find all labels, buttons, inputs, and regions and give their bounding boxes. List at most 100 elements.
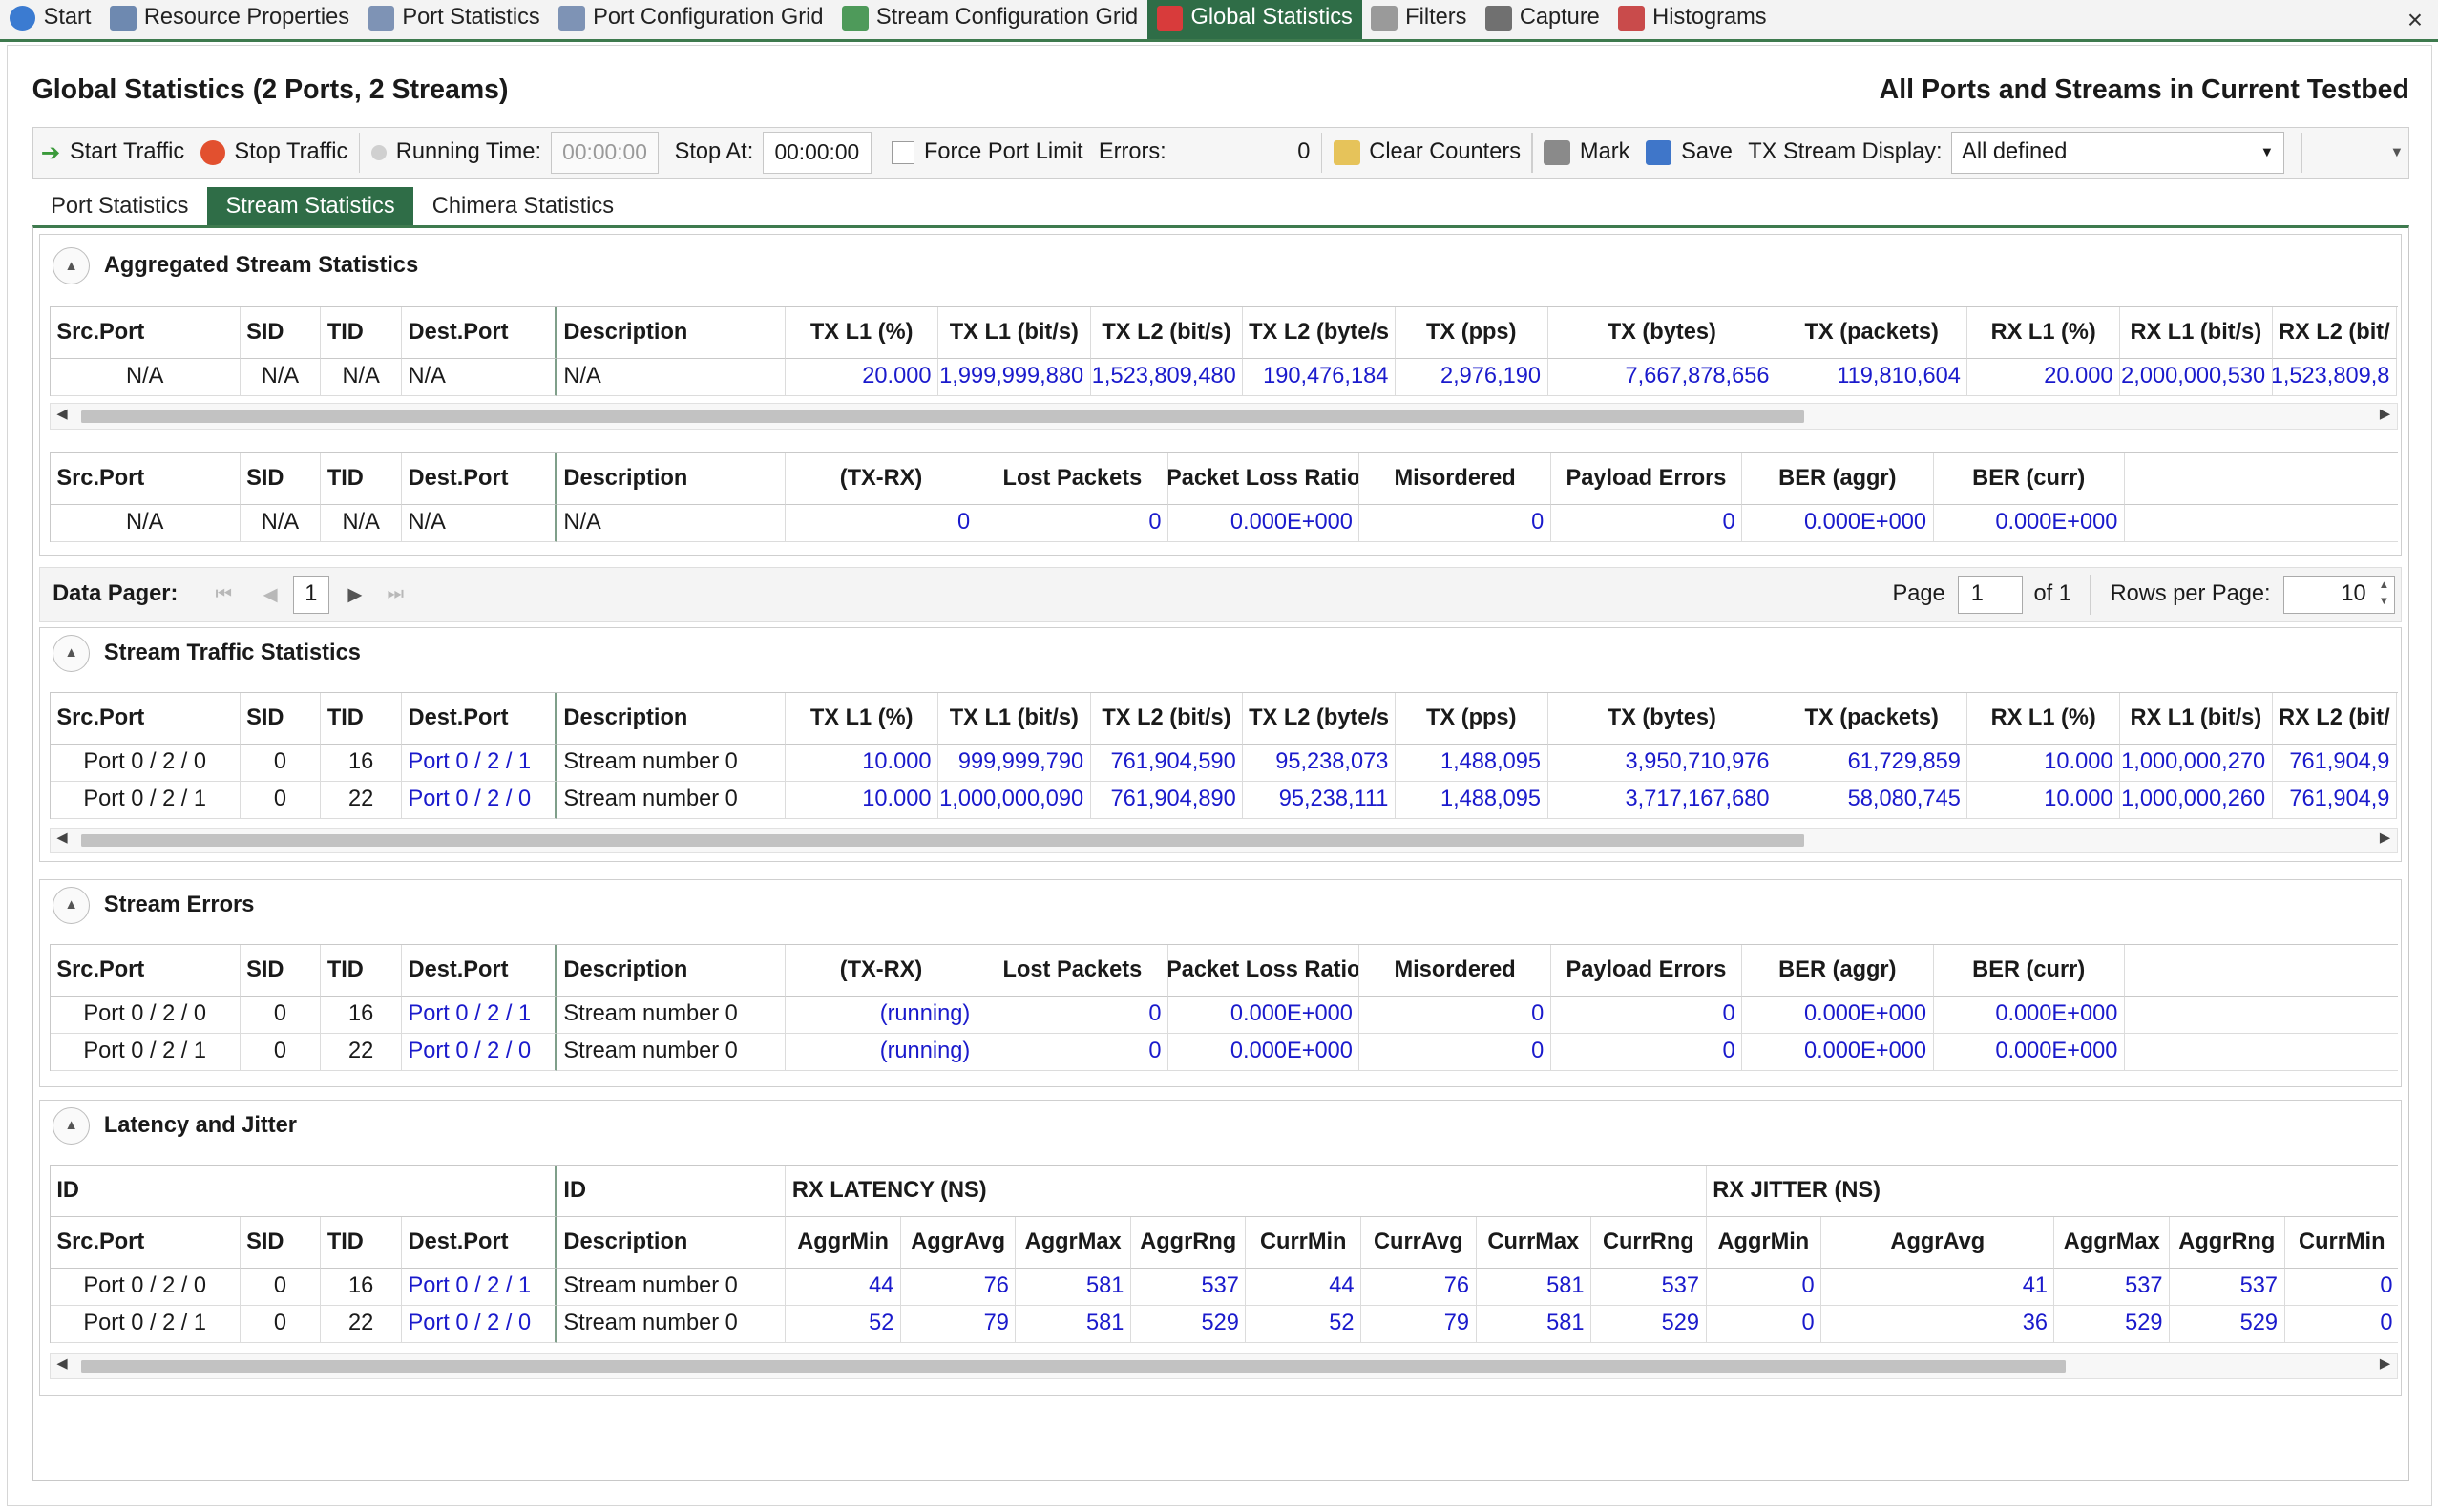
close-icon[interactable]: ×: [2407, 5, 2423, 35]
column-header[interactable]: Dest.Port: [402, 307, 557, 359]
column-header[interactable]: AggrRng: [1130, 1216, 1247, 1269]
column-header[interactable]: BER (curr): [1933, 453, 2125, 505]
page-button[interactable]: 1: [292, 575, 329, 615]
table-row[interactable]: N/A N/A N/A N/A N/A 0 0 0.000E+000 0 0 0.000E+000 0…: [50, 504, 2398, 542]
column-header[interactable]: TX L2 (bit/s): [1090, 692, 1244, 745]
column-header[interactable]: BER (curr): [1933, 944, 2125, 997]
stop-traffic-button[interactable]: Stop Traffic: [192, 129, 355, 177]
column-header[interactable]: RX L1 (%): [1967, 307, 2120, 359]
column-header[interactable]: Description: [557, 1216, 787, 1269]
tab-resource-properties[interactable]: Resource Properties: [100, 0, 359, 39]
column-header[interactable]: AggrMax: [2054, 1216, 2170, 1269]
column-header[interactable]: Src.Port: [50, 307, 241, 359]
checkbox[interactable]: [891, 140, 915, 165]
clear-counters-button[interactable]: Clear Counters: [1326, 129, 1529, 177]
table-row[interactable]: Port 0 / 2 / 0 0 16 Port 0 / 2 / 1 Stream nu…: [50, 744, 2398, 782]
column-header[interactable]: (TX-RX): [786, 453, 977, 505]
column-header[interactable]: AggrMax: [1016, 1216, 1131, 1269]
horizontal-scrollbar[interactable]: ◀ ▶: [49, 403, 2398, 430]
subtab-chimera-statistics[interactable]: Chimera Statistics: [413, 187, 632, 224]
start-traffic-button[interactable]: ➔ Start Traffic: [33, 129, 193, 177]
column-header[interactable]: SID: [240, 692, 322, 745]
scroll-thumb[interactable]: [81, 410, 1805, 423]
column-header[interactable]: [2124, 453, 2398, 505]
tab-stream-configuration-grid[interactable]: Stream Configuration Grid: [832, 0, 1147, 39]
column-header[interactable]: RX L1 (bit/s): [2120, 692, 2273, 745]
scroll-left-icon[interactable]: ◀: [56, 406, 67, 422]
horizontal-scrollbar[interactable]: ◀ ▶: [49, 1353, 2398, 1379]
column-header[interactable]: CurrMin: [1246, 1216, 1361, 1269]
prev-page-icon[interactable]: ◀: [263, 583, 278, 606]
collapse-icon[interactable]: ▲: [53, 247, 91, 285]
scroll-right-icon[interactable]: ▶: [2380, 406, 2390, 422]
column-header[interactable]: CurrMax: [1476, 1216, 1592, 1269]
column-header[interactable]: Src.Port: [50, 692, 241, 745]
column-header[interactable]: TID: [321, 453, 402, 505]
save-button[interactable]: Save: [1638, 129, 1741, 177]
column-header[interactable]: AggrMin: [786, 1216, 901, 1269]
horizontal-scrollbar[interactable]: ◀ ▶: [49, 827, 2398, 854]
column-header[interactable]: Dest.Port: [402, 692, 557, 745]
column-header[interactable]: SID: [240, 453, 322, 505]
column-header[interactable]: SID: [240, 307, 322, 359]
column-header[interactable]: CurrRng: [1591, 1216, 1707, 1269]
overflow-chevron-icon[interactable]: ▼: [2390, 145, 2405, 160]
scroll-right-icon[interactable]: ▶: [2380, 830, 2390, 846]
column-header[interactable]: Misordered: [1359, 453, 1551, 505]
column-header[interactable]: Dest.Port: [402, 1216, 557, 1269]
column-header[interactable]: TX L2 (byte/s: [1243, 692, 1396, 745]
tab-filters[interactable]: Filters: [1362, 0, 1477, 39]
tx-stream-display-dropdown[interactable]: All defined ▼: [1951, 131, 2284, 174]
column-header[interactable]: TX L2 (bit/s): [1090, 307, 1244, 359]
column-header[interactable]: Dest.Port: [402, 453, 557, 505]
column-header[interactable]: TX (pps): [1395, 692, 1548, 745]
scroll-thumb[interactable]: [81, 834, 1805, 848]
scroll-left-icon[interactable]: ◀: [56, 1355, 67, 1372]
table-row[interactable]: N/A N/A N/A N/A N/A 20.000 1,999,999,880 1,523,…: [50, 358, 2398, 396]
column-header[interactable]: Lost Packets: [977, 453, 1169, 505]
column-header[interactable]: TID: [321, 944, 402, 997]
table-row[interactable]: Port 0 / 2 / 1 0 22 Port 0 / 2 / 0 Stream nu…: [50, 781, 2398, 819]
column-header[interactable]: Packet Loss Ratio: [1168, 944, 1360, 997]
column-header[interactable]: BER (aggr): [1742, 453, 1934, 505]
column-header[interactable]: TX L2 (byte/s: [1243, 307, 1396, 359]
column-header[interactable]: TX (bytes): [1547, 307, 1776, 359]
column-header[interactable]: BER (aggr): [1742, 944, 1934, 997]
column-header[interactable]: TID: [321, 692, 402, 745]
column-header[interactable]: Src.Port: [50, 453, 241, 505]
column-header[interactable]: Packet Loss Ratio: [1168, 453, 1360, 505]
column-header[interactable]: TX L1 (%): [786, 307, 938, 359]
column-header[interactable]: Src.Port: [50, 944, 241, 997]
scroll-thumb[interactable]: [81, 1359, 2067, 1373]
table-row[interactable]: Port 0 / 2 / 0 0 16 Port 0 / 2 / 1 Stream nu…: [50, 1268, 2398, 1306]
column-header[interactable]: AggrRng: [2170, 1216, 2285, 1269]
tab-port-configuration-grid[interactable]: Port Configuration Grid: [549, 0, 832, 39]
last-page-icon[interactable]: ⏭: [387, 583, 404, 605]
column-header[interactable]: TX (pps): [1395, 307, 1548, 359]
column-header[interactable]: AggrAvg: [1821, 1216, 2055, 1269]
column-header[interactable]: Src.Port: [50, 1216, 241, 1269]
column-header[interactable]: CurrAvg: [1361, 1216, 1477, 1269]
tab-histograms[interactable]: Histograms: [1609, 0, 1776, 39]
column-header[interactable]: [2124, 944, 2398, 997]
column-header[interactable]: CurrMin: [2284, 1216, 2398, 1269]
column-header[interactable]: AggrAvg: [900, 1216, 1017, 1269]
column-header[interactable]: TID: [321, 1216, 402, 1269]
column-header[interactable]: TID: [321, 307, 402, 359]
collapse-icon[interactable]: ▲: [53, 1106, 91, 1145]
column-header[interactable]: Description: [557, 692, 787, 745]
collapse-icon[interactable]: ▲: [53, 886, 91, 924]
tab-capture[interactable]: Capture: [1476, 0, 1608, 39]
column-header[interactable]: SID: [240, 1216, 322, 1269]
table-row[interactable]: Port 0 / 2 / 1 0 22 Port 0 / 2 / 0 Stream nu…: [50, 1305, 2398, 1343]
column-header[interactable]: TX L1 (bit/s): [937, 307, 1091, 359]
first-page-icon[interactable]: ⏮: [215, 583, 232, 605]
column-header[interactable]: Description: [557, 944, 787, 997]
next-page-icon[interactable]: ▶: [347, 583, 362, 606]
column-header[interactable]: TX L1 (%): [786, 692, 938, 745]
column-header[interactable]: AggrMin: [1706, 1216, 1822, 1269]
column-header[interactable]: TX (packets): [1776, 692, 1968, 745]
column-header[interactable]: SID: [240, 944, 322, 997]
column-header[interactable]: Dest.Port: [402, 944, 557, 997]
column-header[interactable]: RX L2 (bit/: [2272, 692, 2397, 745]
